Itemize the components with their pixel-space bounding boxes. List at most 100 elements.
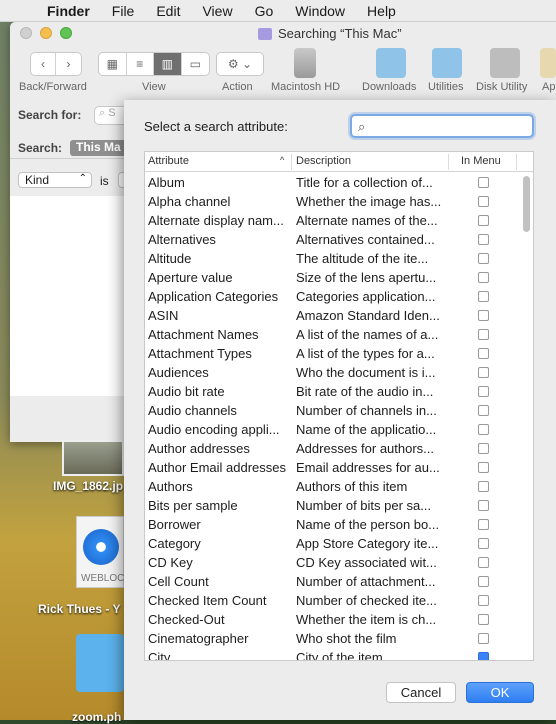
table-row[interactable]: Cell Count Number of attachment... — [145, 572, 519, 591]
column-header-attribute[interactable]: Attribute — [148, 155, 189, 167]
in-menu-checkbox[interactable] — [478, 405, 489, 416]
image-thumbnail-icon[interactable] — [62, 440, 124, 476]
table-row[interactable]: Audio bit rate Bit rate of the audio in..… — [145, 382, 519, 401]
in-menu-checkbox[interactable] — [478, 253, 489, 264]
attribute-description: The altitude of the ite... — [296, 251, 429, 266]
scroll-thumb[interactable] — [523, 176, 530, 232]
attribute-name: City — [148, 650, 171, 661]
window-titlebar: Searching “This Mac” — [10, 22, 556, 44]
vertical-scrollbar[interactable] — [523, 176, 531, 658]
gallery-view-icon[interactable]: ▭ — [182, 53, 209, 75]
menu-app-name[interactable]: Finder — [36, 3, 101, 19]
in-menu-checkbox[interactable] — [478, 177, 489, 188]
ok-button[interactable]: OK — [466, 682, 534, 703]
column-view-icon[interactable]: ▥ — [154, 53, 182, 75]
in-menu-checkbox[interactable] — [478, 386, 489, 397]
in-menu-checkbox[interactable] — [478, 576, 489, 587]
gear-icon[interactable]: ⚙ ⌄ — [217, 53, 263, 75]
forward-chevron-icon[interactable]: › — [56, 53, 81, 75]
back-chevron-icon[interactable]: ‹ — [31, 53, 57, 75]
in-menu-checkbox[interactable] — [478, 215, 489, 226]
column-header-description[interactable]: Description — [296, 155, 351, 167]
menu-go[interactable]: Go — [244, 3, 285, 19]
minimize-button[interactable] — [40, 27, 52, 39]
table-row[interactable]: Aperture value Size of the lens apertu... — [145, 268, 519, 287]
folder-icon[interactable] — [76, 634, 124, 692]
in-menu-checkbox[interactable] — [478, 291, 489, 302]
table-row[interactable]: Album Title for a collection of... — [145, 173, 519, 192]
search-icon: ⌕ — [358, 119, 366, 134]
menu-view[interactable]: View — [191, 3, 243, 19]
in-menu-checkbox[interactable] — [478, 500, 489, 511]
in-menu-checkbox[interactable] — [478, 557, 489, 568]
kind-popup[interactable]: Kind ⌃ — [18, 172, 92, 188]
disk-utility-icon[interactable] — [490, 48, 520, 78]
app-icon[interactable] — [540, 48, 556, 78]
table-row[interactable]: Checked Item Count Number of checked ite.… — [145, 591, 519, 610]
in-menu-checkbox[interactable] — [478, 234, 489, 245]
attribute-name: Authors — [148, 479, 193, 494]
in-menu-checkbox[interactable] — [478, 443, 489, 454]
column-header-in-menu[interactable]: In Menu — [461, 155, 501, 167]
attribute-name: Attachment Names — [148, 327, 259, 342]
table-row[interactable]: Borrower Name of the person bo... — [145, 515, 519, 534]
table-row[interactable]: Author Email addresses Email addresses fo… — [145, 458, 519, 477]
in-menu-checkbox[interactable] — [478, 519, 489, 530]
table-row[interactable]: Author addresses Addresses for authors... — [145, 439, 519, 458]
webloc-file-icon[interactable]: WEBLOC — [76, 516, 124, 588]
table-row[interactable]: Alpha channel Whether the image has... — [145, 192, 519, 211]
icon-view-icon[interactable]: ▦ — [99, 53, 127, 75]
table-row[interactable]: Checked-Out Whether the item is ch... — [145, 610, 519, 629]
table-row[interactable]: Bits per sample Number of bits per sa... — [145, 496, 519, 515]
table-row[interactable]: Alternate display nam... Alternate names … — [145, 211, 519, 230]
table-row[interactable]: Audio channels Number of channels in... — [145, 401, 519, 420]
table-row[interactable]: Attachment Types A list of the types for … — [145, 344, 519, 363]
in-menu-checkbox[interactable] — [478, 633, 489, 644]
in-menu-checkbox[interactable] — [478, 481, 489, 492]
in-menu-checkbox[interactable] — [478, 614, 489, 625]
table-row[interactable]: CD Key CD Key associated wit... — [145, 553, 519, 572]
table-row[interactable]: Category App Store Category ite... — [145, 534, 519, 553]
table-row[interactable]: Attachment Names A list of the names of a… — [145, 325, 519, 344]
table-row[interactable]: Application Categories Categories applica… — [145, 287, 519, 306]
table-row[interactable]: ASIN Amazon Standard Iden... — [145, 306, 519, 325]
in-menu-checkbox[interactable] — [478, 538, 489, 549]
safari-compass-icon — [83, 529, 119, 565]
in-menu-checkbox[interactable] — [478, 196, 489, 207]
table-row[interactable]: Audio encoding appli... Name of the appli… — [145, 420, 519, 439]
attribute-name: Audio encoding appli... — [148, 422, 280, 437]
close-button[interactable] — [20, 27, 32, 39]
in-menu-checkbox[interactable] — [478, 367, 489, 378]
zoom-button[interactable] — [60, 27, 72, 39]
downloads-folder-icon[interactable] — [376, 48, 406, 78]
table-row[interactable]: Audiences Who the document is i... — [145, 363, 519, 382]
in-menu-checkbox[interactable] — [478, 348, 489, 359]
truncated-app-label: Ap — [542, 81, 556, 93]
menu-file[interactable]: File — [101, 3, 146, 19]
scope-this-mac-button[interactable]: This Ma — [70, 140, 130, 156]
table-row[interactable]: Cinematographer Who shot the film — [145, 629, 519, 648]
in-menu-checkbox[interactable] — [478, 329, 489, 340]
in-menu-checkbox[interactable] — [478, 424, 489, 435]
table-row[interactable]: City City of the item — [145, 648, 519, 661]
hard-drive-icon[interactable] — [294, 48, 316, 78]
desktop-icon-label-3[interactable]: zoom.ph — [72, 710, 121, 724]
utilities-folder-icon[interactable] — [432, 48, 462, 78]
in-menu-checkbox[interactable] — [478, 652, 489, 660]
list-view-icon[interactable]: ≡ — [127, 53, 154, 75]
cancel-button[interactable]: Cancel — [386, 682, 456, 703]
menu-window[interactable]: Window — [284, 3, 356, 19]
in-menu-checkbox[interactable] — [478, 462, 489, 473]
in-menu-checkbox[interactable] — [478, 272, 489, 283]
in-menu-checkbox[interactable] — [478, 595, 489, 606]
attribute-search-field[interactable]: ⌕ — [350, 114, 534, 138]
desktop-icon-label-2[interactable]: Rick Thues - Y — [38, 602, 120, 616]
in-menu-checkbox[interactable] — [478, 310, 489, 321]
menu-edit[interactable]: Edit — [145, 3, 191, 19]
action-control[interactable]: ⚙ ⌄ — [216, 52, 264, 76]
table-row[interactable]: Authors Authors of this item — [145, 477, 519, 496]
table-row[interactable]: Alternatives Alternatives contained... — [145, 230, 519, 249]
table-row[interactable]: Altitude The altitude of the ite... — [145, 249, 519, 268]
desktop-icon-label-1[interactable]: IMG_1862.jp — [53, 479, 123, 493]
menu-help[interactable]: Help — [356, 3, 407, 19]
